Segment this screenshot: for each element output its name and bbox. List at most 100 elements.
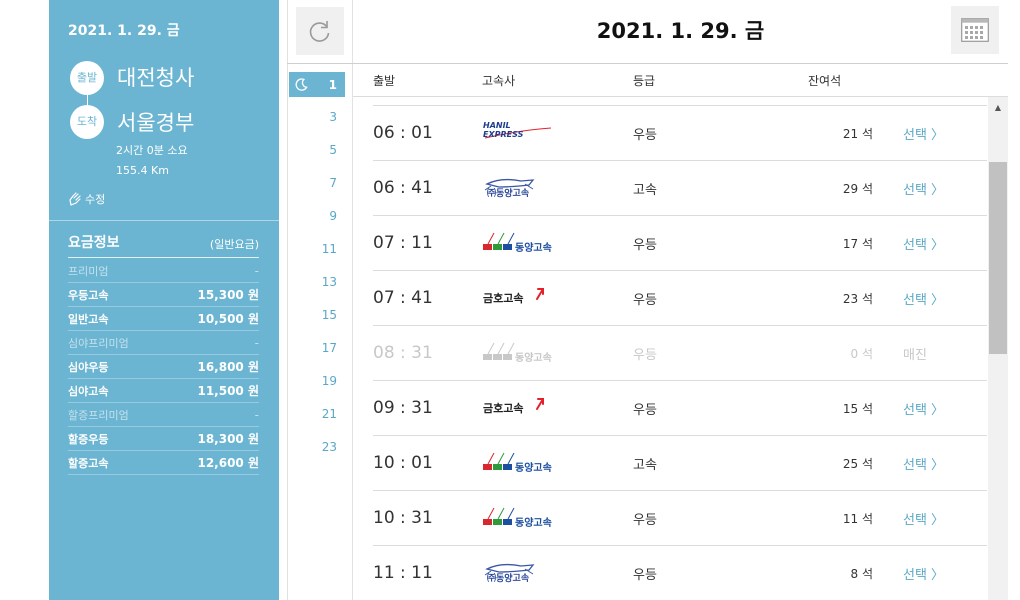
company-logo-text: 동양고속 bbox=[515, 463, 552, 474]
fare-header: 요금정보 (일반요금) bbox=[68, 232, 259, 258]
fare-title: 요금정보 bbox=[68, 235, 120, 251]
bus-company-logo: 동양고속 bbox=[481, 505, 571, 531]
hour-filter-item[interactable]: 7 bbox=[289, 176, 337, 190]
bus-grade: 고속 bbox=[633, 183, 657, 198]
bus-grade: 고속 bbox=[633, 458, 657, 473]
depart-badge: 출발 bbox=[70, 61, 104, 95]
trip-duration: 2시간 0분 소요 bbox=[116, 144, 188, 157]
select-button[interactable]: 선택 〉 bbox=[903, 234, 944, 253]
column-divider bbox=[352, 0, 353, 600]
bus-company-logo: ㈜동양고속 bbox=[481, 560, 571, 586]
col-header-seats: 잔여석 bbox=[808, 74, 842, 88]
hour-filter-item[interactable]: 23 bbox=[289, 440, 337, 454]
hour-filter-item[interactable]: 15 bbox=[289, 308, 337, 322]
depart-time: 09 : 31 bbox=[373, 398, 433, 418]
fare-row: 프리미엄 - bbox=[68, 259, 259, 283]
schedule-row: 08 : 31 동양고속 우등 0 석 매진 bbox=[373, 325, 987, 380]
depart-time: 10 : 31 bbox=[373, 508, 433, 528]
depart-time: 07 : 41 bbox=[373, 288, 433, 308]
depart-time: 10 : 01 bbox=[373, 453, 433, 473]
company-logo-text: HANIL EXPRESS bbox=[483, 121, 524, 139]
side-divider bbox=[49, 220, 279, 221]
remaining-seats: 0 석 bbox=[850, 347, 874, 361]
fare-price: 15,300 원 bbox=[197, 288, 259, 302]
edit-label: 수정 bbox=[85, 193, 106, 206]
hour-filter-item[interactable]: 9 bbox=[289, 209, 337, 223]
fare-price: 12,600 원 bbox=[197, 456, 259, 470]
company-logo-text: 금호고속 bbox=[483, 402, 524, 415]
depart-time: 06 : 01 bbox=[373, 123, 433, 143]
schedule-row[interactable]: 06 : 41 ㈜동양고속 고속 29 석 선택 〉 bbox=[373, 160, 987, 215]
fare-label: 할증고속 bbox=[68, 456, 109, 470]
fare-price: - bbox=[254, 335, 259, 350]
fare-price: - bbox=[254, 263, 259, 278]
select-button[interactable]: 선택 〉 bbox=[903, 509, 944, 528]
company-logo-text: 동양고속 bbox=[515, 518, 552, 529]
page-title: 2021. 1. 29. 금 bbox=[596, 19, 765, 43]
col-header-depart: 출발 bbox=[373, 74, 396, 88]
fare-row: 할증우등 18,300 원 bbox=[68, 427, 259, 451]
fare-price: - bbox=[254, 407, 259, 422]
schedule-row[interactable]: 07 : 41 금호고속 우등 23 석 선택 〉 bbox=[373, 270, 987, 325]
schedule-row[interactable]: 06 : 01 HANIL EXPRESS 우등 21 석 선택 〉 bbox=[373, 105, 987, 160]
select-button[interactable]: 선택 〉 bbox=[903, 564, 944, 583]
company-logo-text: 동양고속 bbox=[515, 243, 552, 254]
company-logo-text: ㈜동양고속 bbox=[487, 189, 530, 199]
select-button[interactable]: 선택 〉 bbox=[903, 399, 944, 418]
remaining-seats: 25 석 bbox=[842, 457, 873, 471]
header-divider bbox=[287, 63, 1008, 64]
schedule-row[interactable]: 07 : 11 동양고속 우등 17 석 선택 〉 bbox=[373, 215, 987, 270]
hour-filter-item[interactable]: 5 bbox=[289, 143, 337, 157]
remaining-seats: 23 석 bbox=[842, 292, 873, 306]
bus-grade: 우등 bbox=[633, 348, 657, 363]
edit-trip-button[interactable]: 수정 bbox=[68, 191, 105, 207]
bus-company-logo: 금호고속 bbox=[481, 395, 571, 421]
scroll-up-arrow[interactable]: ▲ bbox=[988, 97, 1008, 117]
fare-row: 심야프리미엄 - bbox=[68, 331, 259, 355]
select-button[interactable]: 선택 〉 bbox=[903, 124, 944, 143]
hour-label: 1 bbox=[328, 77, 337, 92]
depart-time: 08 : 31 bbox=[373, 343, 433, 363]
hour-filter-item[interactable]: 11 bbox=[289, 242, 337, 256]
remaining-seats: 15 석 bbox=[842, 402, 873, 416]
fare-price: 16,800 원 bbox=[197, 360, 259, 374]
refresh-button[interactable] bbox=[296, 7, 344, 55]
hour-filter-active[interactable]: 1 bbox=[289, 72, 345, 97]
schedule-row[interactable]: 10 : 01 동양고속 고속 25 석 선택 〉 bbox=[373, 435, 987, 490]
column-divider bbox=[287, 0, 288, 600]
hour-filter-item[interactable]: 3 bbox=[289, 110, 337, 124]
calendar-button[interactable] bbox=[951, 6, 999, 54]
select-button[interactable]: 선택 〉 bbox=[903, 289, 944, 308]
remaining-seats: 11 석 bbox=[842, 512, 873, 526]
hour-filter-item[interactable]: 19 bbox=[289, 374, 337, 388]
fare-row: 할증프리미엄 - bbox=[68, 403, 259, 427]
scrollbar-thumb[interactable] bbox=[989, 162, 1007, 354]
company-logo-text: ㈜동양고속 bbox=[487, 574, 530, 584]
fare-label: 우등고속 bbox=[68, 288, 109, 302]
bus-company-logo: HANIL EXPRESS bbox=[481, 120, 571, 146]
moon-icon bbox=[295, 78, 308, 91]
schedule-row[interactable]: 09 : 31 금호고속 우등 15 석 선택 〉 bbox=[373, 380, 987, 435]
hour-filter-item[interactable]: 17 bbox=[289, 341, 337, 355]
bus-company-logo: 동양고속 bbox=[481, 450, 571, 476]
hour-filter-item[interactable]: 13 bbox=[289, 275, 337, 289]
bus-grade: 우등 bbox=[633, 568, 657, 583]
fare-row: 심야고속 11,500 원 bbox=[68, 379, 259, 403]
bus-timetable-screen: 2021. 1. 29. 금 출발 대전청사 도착 서울경부 2시간 0분 소요… bbox=[0, 0, 1020, 600]
hand-edit-icon bbox=[69, 192, 81, 206]
select-button[interactable]: 선택 〉 bbox=[903, 454, 944, 473]
depart-terminal: 대전청사 bbox=[117, 66, 195, 90]
bus-company-logo: 금호고속 bbox=[481, 285, 571, 311]
schedule-row[interactable]: 10 : 31 동양고속 우등 11 석 선택 〉 bbox=[373, 490, 987, 545]
fare-price: 10,500 원 bbox=[197, 312, 259, 326]
fare-row: 할증고속 12,600 원 bbox=[68, 451, 259, 475]
fare-label: 심야우등 bbox=[68, 360, 109, 374]
select-button[interactable]: 선택 〉 bbox=[903, 179, 944, 198]
bus-grade: 우등 bbox=[633, 513, 657, 528]
schedule-list: 06 : 01 HANIL EXPRESS 우등 21 석 선택 〉 06 : 41 ㈜동양… bbox=[373, 105, 987, 600]
company-logo-text: 금호고속 bbox=[483, 292, 524, 305]
refresh-icon bbox=[309, 21, 330, 42]
hour-filter-item[interactable]: 21 bbox=[289, 407, 337, 421]
schedule-row[interactable]: 11 : 11 ㈜동양고속 우등 8 석 선택 〉 bbox=[373, 545, 987, 600]
remaining-seats: 17 석 bbox=[842, 237, 873, 251]
